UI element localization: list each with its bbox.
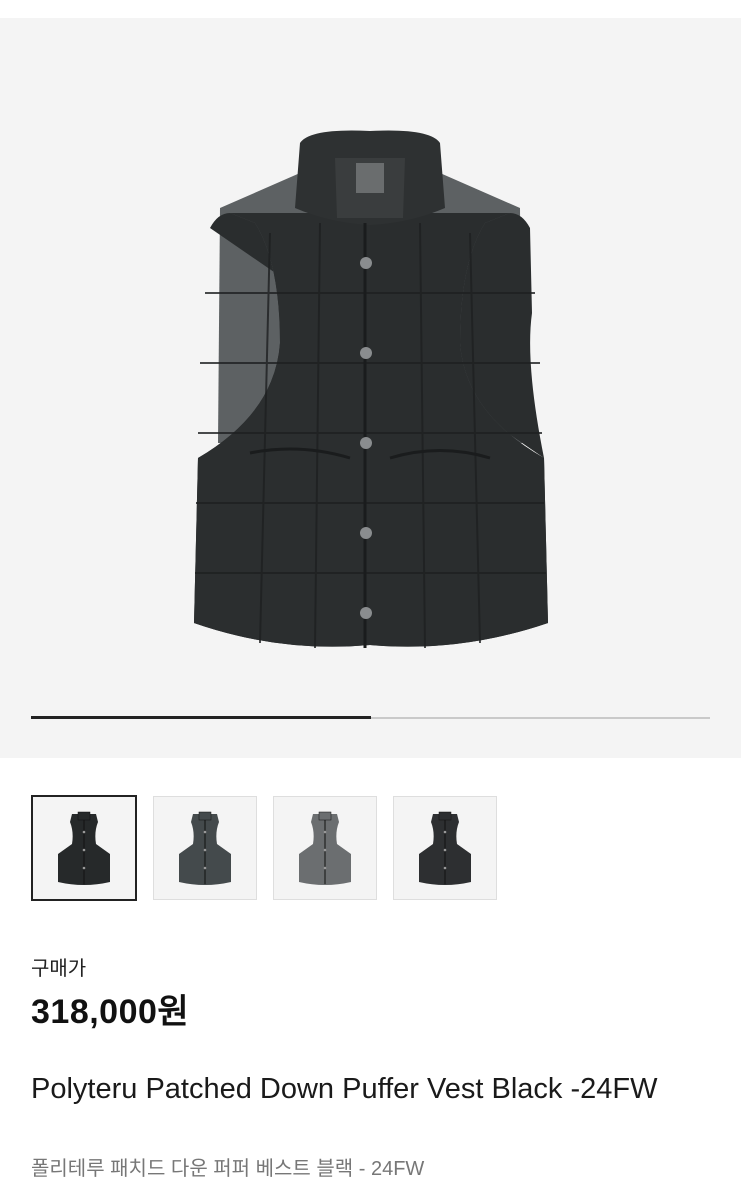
thumb-vest-grey[interactable] [273, 796, 377, 900]
gallery-progress-fill [31, 716, 371, 719]
vest-thumbnail-image [58, 811, 110, 885]
vest-thumbnail-image [299, 811, 351, 885]
vest-thumbnail-image [419, 811, 471, 885]
price-value: 318,000원 [31, 993, 190, 1031]
thumb-vest-dark[interactable] [393, 796, 497, 900]
thumb-vest-charcoal[interactable] [153, 796, 257, 900]
product-image-area[interactable] [0, 18, 741, 758]
thumb-vest-black[interactable] [31, 795, 137, 901]
product-title: Polyteru Patched Down Puffer Vest Black … [31, 1073, 658, 1105]
vest-image [194, 130, 548, 649]
product-subtitle: 폴리테루 패치드 다운 퍼퍼 베스트 블랙 - 24FW [31, 1158, 425, 1180]
vest-thumbnail-image [179, 811, 231, 885]
gallery-progress [31, 716, 710, 719]
price-label: 구매가 [31, 958, 87, 980]
thumbnail-strip [31, 795, 497, 901]
